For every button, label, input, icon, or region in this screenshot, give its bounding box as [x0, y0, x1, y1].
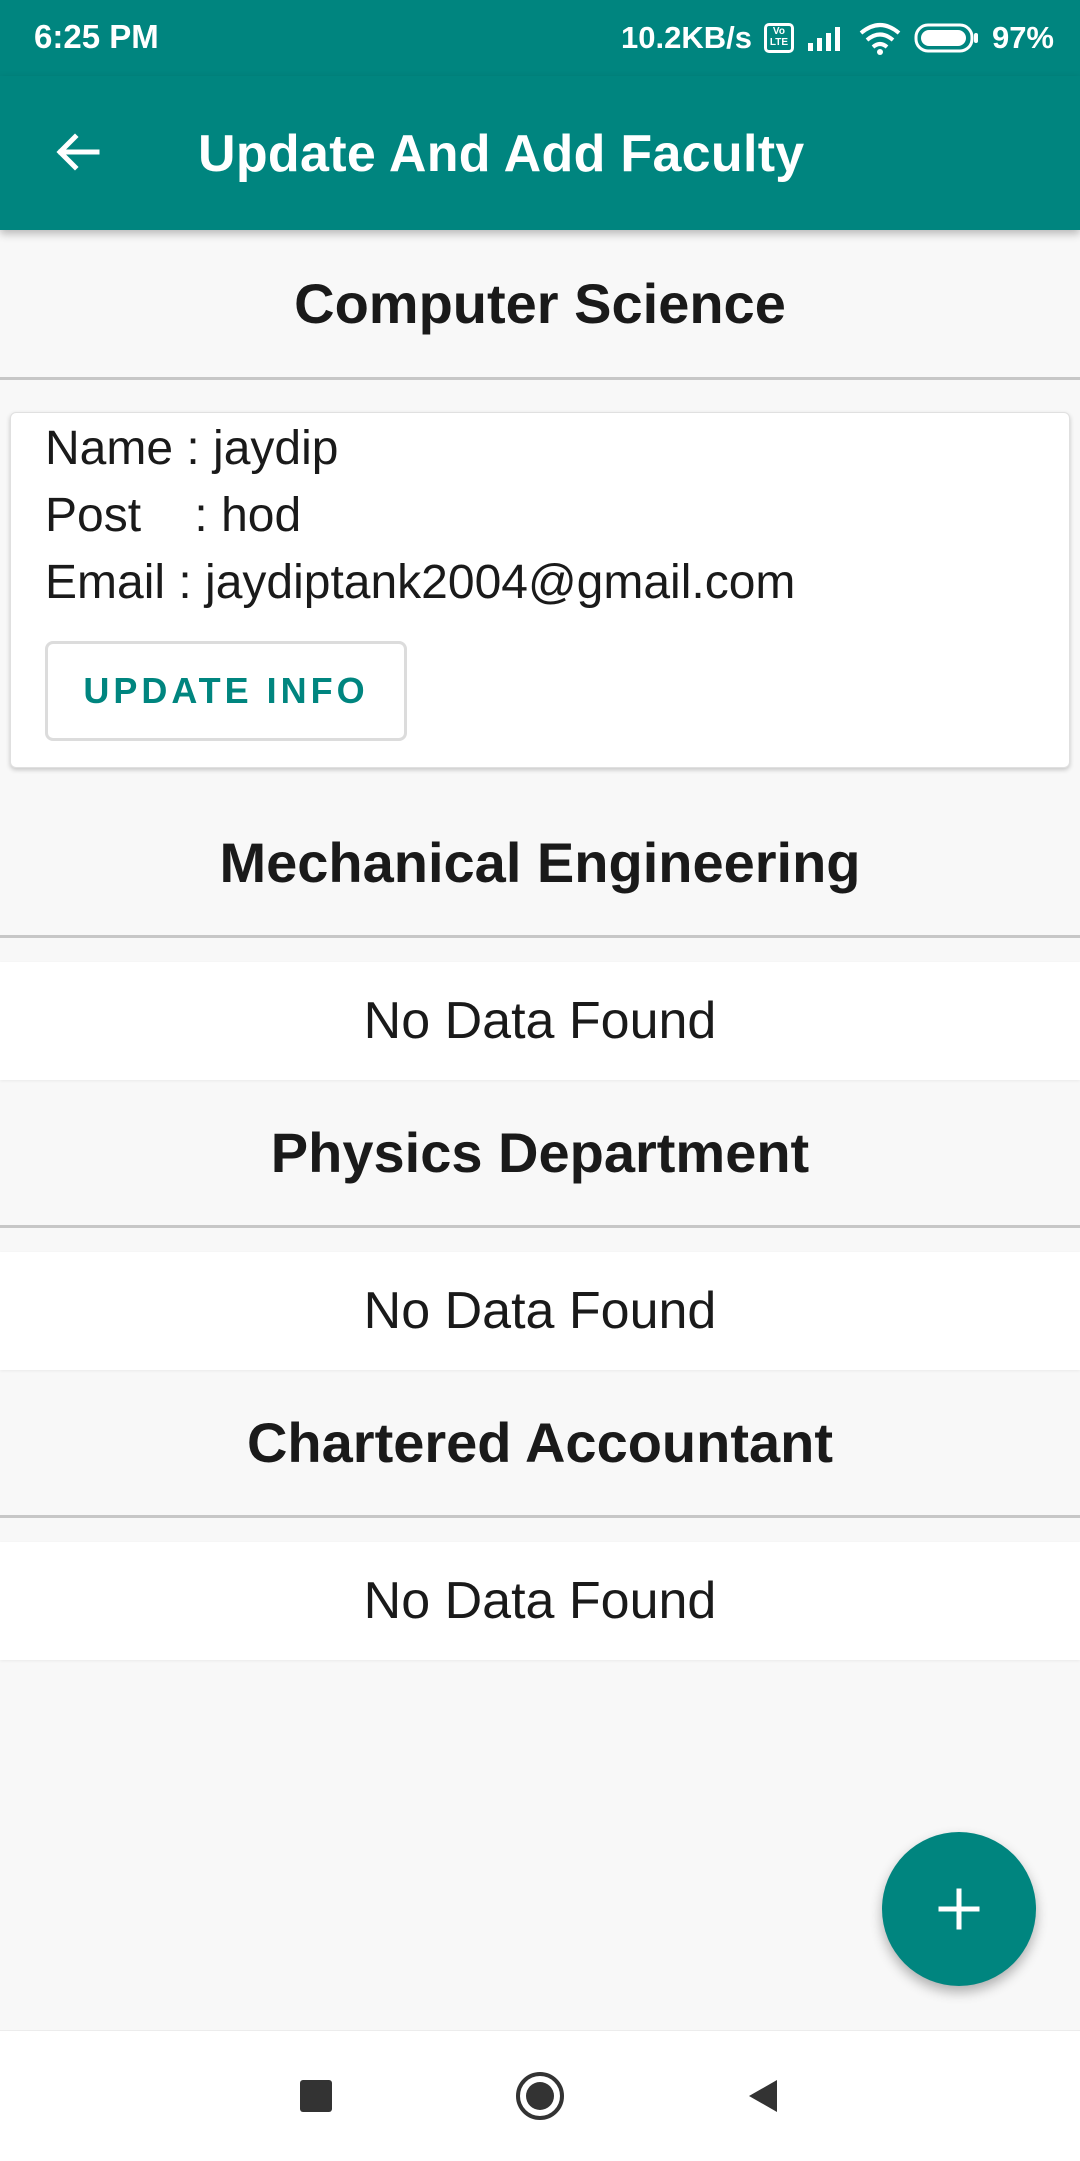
- network-speed: 10.2KB/s: [620, 20, 752, 55]
- faculty-card: Name : jaydip Post : hod Email : jaydipt…: [10, 412, 1070, 768]
- page-title: Update And Add Faculty: [198, 125, 805, 183]
- dept-header-physics: Physics Department: [0, 1080, 1080, 1228]
- home-circle-icon: [516, 2072, 564, 2120]
- empty-state-chartered: No Data Found: [0, 1542, 1080, 1660]
- back-triangle-icon: [749, 2080, 777, 2112]
- home-button[interactable]: [510, 2066, 570, 2126]
- dept-header-computer-science: Computer Science: [0, 230, 1080, 380]
- battery-icon: [914, 23, 978, 53]
- status-time: 6:25 PM: [34, 18, 159, 55]
- department-list[interactable]: Computer Science Name : jaydip Post : ho…: [0, 230, 1080, 1660]
- faculty-post: Post : hod: [45, 489, 302, 542]
- faculty-name: Name : jaydip: [45, 422, 339, 475]
- wifi-icon: [859, 23, 901, 55]
- volte-icon: Vo LTE: [763, 23, 794, 53]
- faculty-email: Email : jaydiptank2004@gmail.com: [45, 556, 796, 609]
- app-bar: Update And Add Faculty: [0, 76, 1080, 230]
- add-faculty-button[interactable]: [882, 1832, 1036, 1986]
- recents-square-icon: [300, 2080, 332, 2112]
- plus-icon: [938, 1888, 980, 1930]
- arrow-back-icon: [56, 133, 100, 171]
- recents-button[interactable]: [286, 2066, 346, 2126]
- nav-back-button[interactable]: [732, 2066, 792, 2126]
- battery-percent: 97%: [991, 20, 1054, 55]
- dept-header-mechanical-engineering: Mechanical Engineering: [0, 790, 1080, 938]
- system-nav-bar: [0, 2030, 1080, 2161]
- status-bar: 6:25 PM 10.2KB/s Vo LTE 97%: [0, 0, 1080, 76]
- back-button[interactable]: [38, 112, 118, 192]
- status-icons: 10.2KB/s Vo LTE 97%: [621, 18, 1054, 58]
- empty-state-mechanical: No Data Found: [0, 962, 1080, 1080]
- update-info-button[interactable]: UPDATE INFO: [45, 641, 407, 741]
- empty-state-physics: No Data Found: [0, 1252, 1080, 1370]
- dept-header-chartered-accountant: Chartered Accountant: [0, 1370, 1080, 1518]
- signal-icon: [807, 27, 840, 51]
